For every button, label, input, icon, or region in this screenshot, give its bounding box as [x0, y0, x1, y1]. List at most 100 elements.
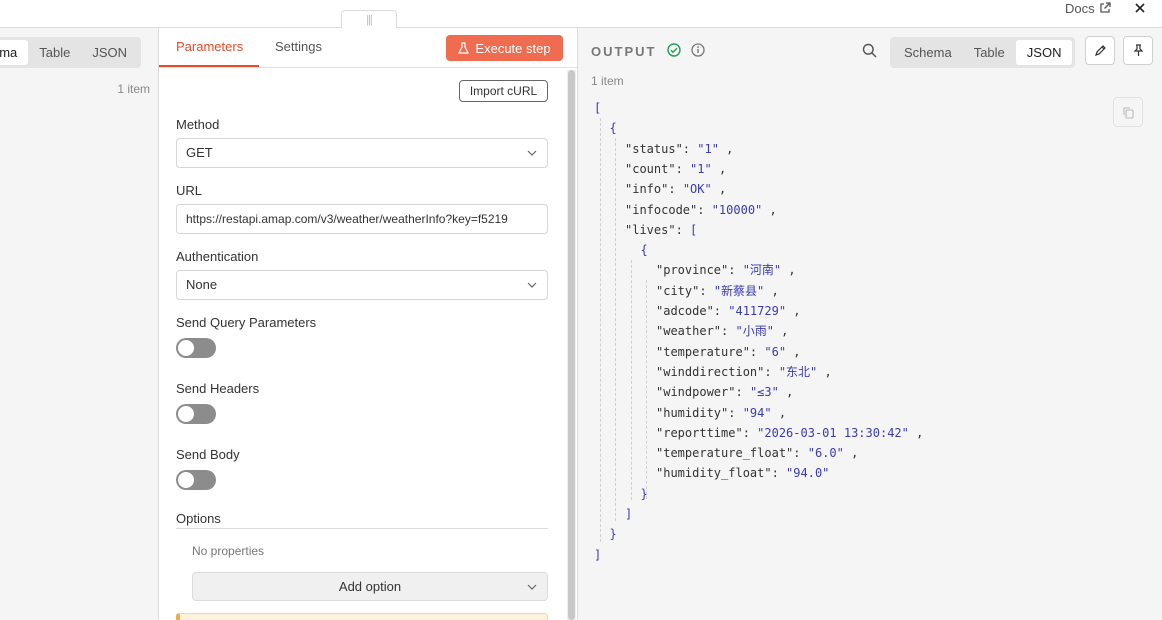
json-value[interactable]: "2026-03-01 13:30:42"	[757, 426, 909, 440]
json-value[interactable]: "1"	[697, 142, 719, 156]
json-value[interactable]: "94.0"	[786, 466, 829, 480]
send-body-label: Send Body	[176, 447, 240, 462]
input-view-json[interactable]: JSON	[81, 40, 138, 65]
copy-json-button[interactable]	[1113, 97, 1143, 127]
json-bracket: [	[594, 101, 602, 115]
input-view-table[interactable]: Table	[28, 40, 81, 65]
json-line: "temperature": "6" ,	[656, 342, 801, 362]
params-scrollbar[interactable]	[567, 70, 576, 620]
json-key: "info"	[625, 182, 669, 197]
json-value[interactable]: "1"	[690, 162, 712, 176]
parameters-panel: Parameters Settings Execute step Import …	[158, 28, 578, 620]
notice-banner	[176, 613, 548, 620]
json-line: "info": "OK" ,	[625, 179, 726, 199]
input-view-schema[interactable]: ema	[0, 40, 29, 65]
toggle-knob	[178, 406, 194, 422]
execute-step-button[interactable]: Execute step	[446, 35, 563, 61]
json-value[interactable]: "东北"	[779, 365, 817, 379]
json-line: ]	[625, 504, 632, 524]
copy-icon	[1122, 106, 1134, 119]
authentication-select[interactable]: None	[176, 270, 548, 300]
input-panel: ema Table JSON 1 item	[0, 28, 158, 620]
json-colon: :	[675, 222, 691, 237]
panel-drag-handle[interactable]: |||	[341, 10, 397, 29]
json-value[interactable]: "10000"	[712, 203, 763, 217]
edit-output-button[interactable]	[1085, 36, 1115, 65]
json-key: "province"	[656, 263, 729, 278]
input-view-switcher: ema Table JSON	[0, 37, 142, 68]
send-body-toggle[interactable]	[176, 470, 216, 490]
json-colon: :	[728, 405, 743, 420]
json-line: ]	[594, 545, 601, 565]
url-input[interactable]: https://restapi.amap.com/v3/weather/weat…	[176, 204, 548, 234]
json-value[interactable]: "小雨"	[735, 324, 773, 338]
import-curl-button[interactable]: Import cURL	[459, 80, 548, 102]
add-option-button[interactable]: Add option	[192, 572, 548, 601]
json-line: "humidity_float": "94.0"	[656, 463, 829, 483]
json-comma: ,	[718, 141, 734, 156]
json-value[interactable]: "OK"	[683, 182, 712, 196]
flask-icon	[458, 42, 470, 54]
search-icon[interactable]	[862, 43, 877, 58]
send-query-toggle[interactable]	[176, 338, 216, 358]
toggle-knob	[178, 340, 194, 356]
tab-parameters[interactable]: Parameters	[176, 39, 243, 54]
json-line: [	[594, 98, 601, 118]
output-panel: OUTPUT Schema Table JSON 1 item [{"statu…	[579, 28, 1162, 620]
close-icon[interactable]	[1133, 1, 1147, 15]
json-value[interactable]: "6"	[764, 345, 786, 359]
json-colon: :	[682, 141, 698, 156]
execute-step-label: Execute step	[475, 40, 551, 56]
json-key: "weather"	[656, 324, 722, 339]
send-headers-toggle[interactable]	[176, 404, 216, 424]
output-title: OUTPUT	[591, 44, 657, 59]
input-item-count: 1 item	[117, 82, 150, 96]
info-icon[interactable]	[691, 43, 705, 57]
docs-link[interactable]: Docs	[1065, 0, 1111, 16]
json-comma: ,	[817, 364, 832, 379]
authentication-value: None	[186, 277, 218, 292]
chevron-down-icon	[527, 150, 537, 156]
json-key: "count"	[625, 161, 676, 176]
tab-settings[interactable]: Settings	[275, 39, 322, 54]
json-comma: ,	[711, 182, 727, 197]
json-value[interactable]: "≤3"	[750, 385, 779, 399]
json-bracket: }	[640, 486, 648, 501]
json-line: "weather": "小雨" ,	[656, 321, 788, 341]
json-value[interactable]: "6.0"	[808, 446, 844, 460]
json-colon: :	[728, 263, 743, 278]
pin-output-button[interactable]	[1123, 36, 1153, 65]
method-select[interactable]: GET	[176, 138, 548, 168]
json-key: "humidity"	[656, 405, 729, 420]
json-comma: ,	[771, 405, 787, 420]
json-line: "lives": [	[625, 220, 697, 240]
json-colon: :	[713, 304, 729, 318]
json-line: "temperature_float": "6.0" ,	[656, 443, 858, 463]
json-value[interactable]: "新蔡县"	[714, 284, 764, 298]
json-line: "city": "新蔡县" ,	[656, 281, 779, 301]
options-divider	[176, 528, 548, 529]
scrollbar-thumb[interactable]	[568, 70, 575, 620]
json-comma: ,	[786, 304, 801, 318]
json-bracket: {	[640, 243, 648, 258]
json-indent-guide	[615, 138, 616, 521]
json-value[interactable]: "河南"	[743, 263, 781, 277]
json-comma: ,	[773, 324, 789, 339]
json-comma: ,	[711, 161, 727, 176]
json-comma: ,	[764, 283, 779, 298]
active-tab-underline	[159, 65, 259, 67]
chevron-down-icon	[527, 584, 537, 590]
success-icon	[667, 43, 681, 57]
output-view-json[interactable]: JSON	[1015, 40, 1073, 65]
json-colon: :	[764, 364, 779, 379]
json-value[interactable]: "94"	[743, 406, 772, 420]
add-option-label: Add option	[338, 579, 402, 594]
external-link-icon	[1099, 2, 1111, 13]
json-line: "winddirection": "东北" ,	[656, 362, 832, 382]
method-label: Method	[176, 117, 220, 132]
json-colon: :	[675, 161, 691, 176]
node-tabs: Parameters Settings Execute step	[159, 28, 577, 68]
output-view-table[interactable]: Table	[963, 40, 1016, 65]
json-value[interactable]: "411729"	[728, 304, 786, 318]
output-view-schema[interactable]: Schema	[893, 40, 963, 65]
